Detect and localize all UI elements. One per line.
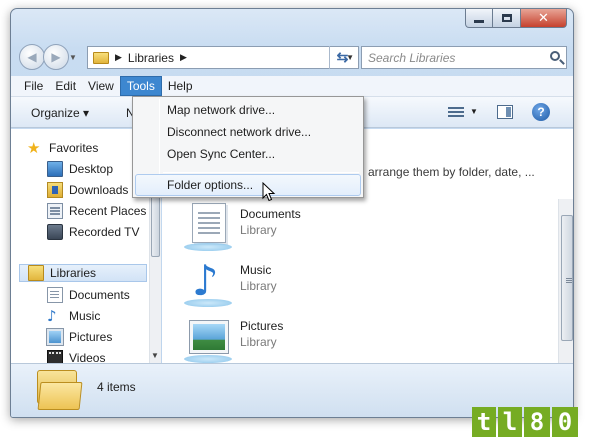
nav-item-label: Recent Places — [69, 204, 147, 218]
library-folder-icon — [37, 370, 83, 410]
library-name: Pictures — [240, 319, 284, 333]
nav-item-label: Music — [69, 309, 101, 323]
help-icon[interactable]: ? — [532, 103, 550, 121]
nav-libraries-label: Libraries — [50, 266, 97, 280]
nav-item-label: Downloads — [69, 183, 129, 197]
nav-item-recent-places[interactable]: Recent Places — [47, 202, 146, 220]
library-type: Library — [240, 279, 277, 293]
change-view-icon[interactable] — [448, 105, 464, 119]
refresh-icon: ⇆ — [336, 49, 349, 65]
menu-item-folder-options[interactable]: Folder options... — [135, 174, 361, 196]
caption-buttons: ✕ — [465, 9, 567, 28]
nav-item-pictures[interactable]: Pictures — [46, 328, 113, 346]
menu-item-map-network-drive[interactable]: Map network drive... — [135, 99, 361, 121]
maximize-icon — [501, 14, 512, 22]
content-scrollbar[interactable] — [558, 199, 573, 363]
organize-button[interactable]: Organize ▾ — [31, 106, 89, 120]
breadcrumb-chevron-icon[interactable]: ▶ — [180, 52, 187, 63]
views-dropdown-icon[interactable]: ▼ — [470, 107, 478, 116]
watermark-letter: l — [498, 407, 522, 437]
menu-help[interactable]: Help — [162, 77, 199, 95]
library-item-pictures[interactable]: Pictures Library — [184, 315, 284, 363]
close-icon: ✕ — [538, 10, 549, 26]
back-button[interactable]: ◀ — [19, 44, 45, 70]
nav-item-recorded-tv[interactable]: Recorded TV — [47, 223, 139, 241]
recorded-tv-icon — [47, 224, 63, 240]
nav-item-label: Recorded TV — [69, 225, 140, 239]
pictures-icon — [46, 328, 64, 346]
downloads-icon — [47, 182, 63, 198]
music-library-icon: ♪ — [184, 259, 232, 307]
watermark-letter: 0 — [552, 407, 578, 437]
nav-item-label: Documents — [69, 288, 130, 302]
minimize-icon — [474, 19, 484, 23]
watermark-letter: 8 — [524, 407, 550, 437]
library-name: Music — [240, 263, 272, 277]
nav-favorites-label: Favorites — [49, 141, 99, 155]
forward-button[interactable]: ▶ — [43, 44, 69, 70]
refresh-button[interactable]: ⇆ — [329, 46, 355, 69]
menu-separator — [163, 172, 359, 173]
forward-arrow-icon: ▶ — [51, 50, 61, 64]
star-icon: ★ — [27, 139, 41, 157]
nav-item-label: Pictures — [69, 330, 113, 344]
content-scroll-thumb[interactable] — [561, 215, 573, 341]
close-button[interactable]: ✕ — [521, 9, 567, 28]
nav-favorites[interactable]: ★ Favorites — [27, 139, 98, 157]
recent-places-icon — [47, 203, 63, 219]
libraries-folder-icon — [93, 51, 109, 64]
nav-item-documents[interactable]: Documents — [47, 286, 130, 304]
nav-item-downloads[interactable]: Downloads — [47, 181, 128, 199]
navigation-bar: ◀ ▶ ▼ ▶ Libraries ▶ ▼ ⇆ Search Libraries — [11, 39, 573, 73]
nav-libraries[interactable]: Libraries — [19, 264, 147, 282]
music-icon: ♪ — [47, 307, 57, 325]
documents-icon — [47, 287, 63, 303]
pictures-library-icon — [184, 315, 232, 363]
library-name: Documents — [240, 207, 301, 221]
desktop-icon — [47, 161, 63, 177]
watermark-letter: t — [472, 407, 496, 437]
back-arrow-icon: ◀ — [27, 50, 37, 64]
library-type: Library — [240, 335, 277, 349]
item-count: 4 items — [97, 380, 136, 394]
library-description-partial: arrange them by folder, date, ... — [368, 165, 535, 179]
documents-library-icon — [184, 203, 232, 251]
tools-dropdown-menu: Map network drive... Disconnect network … — [132, 96, 364, 198]
scroll-down-arrow-icon[interactable]: ▼ — [151, 351, 159, 360]
menu-item-open-sync-center[interactable]: Open Sync Center... — [135, 143, 361, 165]
preview-pane-icon[interactable] — [497, 105, 513, 119]
search-placeholder: Search Libraries — [368, 50, 456, 65]
nav-item-label: Desktop — [69, 162, 114, 176]
breadcrumb-chevron-icon[interactable]: ▶ — [115, 52, 122, 63]
search-input[interactable]: Search Libraries — [361, 46, 567, 69]
search-icon[interactable] — [550, 51, 560, 61]
library-item-music[interactable]: ♪ Music Library — [184, 259, 277, 307]
library-item-documents[interactable]: Documents Library — [184, 203, 301, 251]
minimize-button[interactable] — [465, 9, 493, 28]
explorer-window: ✕ ◀ ▶ ▼ ▶ Libraries ▶ ▼ ⇆ Search Librari… — [10, 8, 574, 418]
libraries-icon — [28, 265, 44, 281]
menu-tools[interactable]: Tools — [119, 76, 162, 96]
menu-bar: File Edit View Tools Help — [11, 76, 573, 97]
nav-item-desktop[interactable]: Desktop — [47, 160, 113, 178]
library-type: Library — [240, 223, 277, 237]
menu-view[interactable]: View — [82, 77, 120, 95]
maximize-button[interactable] — [493, 9, 521, 28]
recent-pages-dropdown[interactable]: ▼ — [69, 53, 77, 62]
menu-item-disconnect-network-drive[interactable]: Disconnect network drive... — [135, 121, 361, 143]
nav-item-music[interactable]: ♪ Music — [47, 307, 100, 325]
menu-file[interactable]: File — [18, 77, 49, 95]
address-bar[interactable]: ▶ Libraries ▶ ▼ — [87, 46, 359, 69]
breadcrumb-libraries[interactable]: Libraries — [128, 51, 174, 65]
menu-edit[interactable]: Edit — [49, 77, 82, 95]
tl80-watermark-logo: t l 8 0 — [472, 407, 580, 437]
